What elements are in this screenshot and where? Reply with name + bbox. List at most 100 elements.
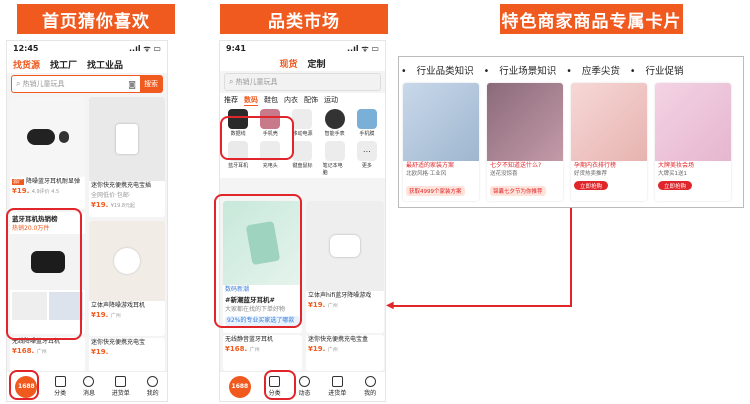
status-time: 12:45 (13, 43, 39, 53)
tab-factory[interactable]: 找工厂 (50, 58, 77, 71)
merchant-card-home[interactable]: 最舒适的家装方案 北欧风格·工业风 获取4999个家装方案 (403, 83, 479, 201)
search-input[interactable]: 热销儿童玩具 (235, 77, 277, 87)
nav-me[interactable]: 我的 (147, 376, 159, 397)
badge: 源厂 (12, 179, 25, 185)
status-bar: 9:41 ..ıl ᯤ ▭ (220, 41, 385, 55)
tab-custom[interactable]: 定制 (308, 57, 326, 70)
product-title: 源厂 降噪蓝牙耳机耐显弹 (12, 178, 80, 185)
product-card[interactable]: 迷你快充便携充电宝盒 ¥19. 广州 (306, 335, 384, 371)
card-title: 大牌美妆会场 (658, 162, 695, 169)
feed-icon (298, 376, 310, 387)
home-1688-button[interactable]: 1688 (228, 375, 251, 398)
nav-me[interactable]: 我的 (364, 376, 376, 397)
card-subtitle: 大牌买1送1 (658, 171, 687, 177)
card-title: 孕期内衣排行榜 (574, 162, 617, 169)
search-input[interactable]: 热销儿童玩具 (22, 79, 64, 89)
nav-category[interactable]: 分类 (54, 376, 66, 397)
highlight-category-nav (264, 370, 296, 400)
nav-message[interactable]: 消息 (83, 376, 95, 397)
tab-spot[interactable]: 现货 (279, 57, 297, 70)
search-icon: ⌕ (16, 79, 21, 88)
tab-accessories[interactable]: 配饰 (304, 95, 318, 105)
product-price: ¥19. ¥19.8元起 (91, 201, 136, 209)
label-scene-knowledge: 行业场景知识 (484, 63, 556, 77)
message-icon (83, 376, 95, 387)
tab-industrial[interactable]: 找工业品 (87, 58, 123, 71)
banner-category-market: 品类市场 (220, 4, 388, 34)
buy-now-button[interactable]: 立即抢购 (574, 181, 608, 190)
category-laptop[interactable]: 笔记本电脑 (323, 141, 347, 176)
category-power-bank[interactable]: 移动电源 (290, 109, 314, 137)
arrow-left-icon: ◀ (386, 300, 394, 311)
product-image (10, 97, 85, 177)
grid-icon (54, 376, 66, 387)
home-decor-image (403, 83, 479, 161)
tab-sports[interactable]: 运动 (324, 95, 338, 105)
product-card[interactable]: 迷你快充便携充电宝插 全网低价·包邮· ¥19. ¥19.8元起 (89, 97, 165, 217)
product-tags: 全网低价·包邮· (91, 192, 131, 199)
highlight-category-icons (220, 116, 294, 160)
nav-cart[interactable]: 进货单 (328, 376, 346, 397)
nav-feed[interactable]: 动态 (298, 376, 310, 397)
product-title: 立体声hifi蓝牙降噪游戏 (308, 292, 372, 299)
merchant-card-gift[interactable]: 七夕不知道送什么? 送花没惊喜 锦囊七夕节为你推荐 (487, 83, 563, 201)
card-title: 七夕不知道送什么? (490, 162, 542, 169)
flower-image (487, 83, 563, 161)
card-pill[interactable]: 获取4999个家装方案 (406, 186, 465, 196)
cosmetic-image (655, 83, 731, 161)
tab-underwear[interactable]: 内衣 (284, 95, 298, 105)
status-icons: ..ıl ᯤ ▭ (129, 43, 161, 53)
product-title: 迷你快充便携充电宝盒 (308, 336, 369, 343)
product-card[interactable]: 无线静音蓝牙耳机 ¥168. 广州 (223, 335, 302, 371)
buy-now-button[interactable]: 立即抢购 (658, 181, 692, 190)
product-image (89, 221, 165, 301)
camera-icon[interactable]: ◙ (128, 80, 136, 89)
product-price: ¥19. (91, 348, 109, 356)
product-card[interactable]: 无线降噪蓝牙耳机 ¥168. 广州 (10, 337, 85, 372)
search-icon: ⌕ (229, 77, 234, 86)
bottom-nav: 1688 分类 动态 进货单 我的 (220, 371, 385, 401)
category-screen-film[interactable]: 手机膜 (355, 109, 379, 137)
label-promotion: 行业促销 (630, 63, 683, 77)
product-price: ¥168. 广州 (12, 347, 47, 355)
card-subtitle: 送花没惊喜 (490, 171, 518, 177)
top-tabs: 现货 定制 (220, 55, 385, 71)
category-keyboard[interactable]: 键盘鼠标 (290, 141, 314, 176)
home-tabs: 找货源 找工厂 找工业品 (7, 55, 167, 73)
tab-recommend[interactable]: 推荐 (224, 95, 238, 105)
connector-line (570, 208, 572, 306)
category-more[interactable]: ⋯ 更多 (355, 141, 379, 176)
merchant-card-panel: 行业品类知识 行业场景知识 应季尖货 行业促销 最舒适的家装方案 北欧风格·工业… (398, 56, 744, 208)
product-card[interactable]: 立体声hifi蓝牙降噪游戏 ¥19. 广州 (306, 201, 384, 333)
product-image (89, 97, 165, 181)
status-icons: ..ıl ᯤ ▭ (347, 43, 379, 53)
highlight-feature-card (214, 194, 302, 328)
product-price: ¥19. 广州 (308, 301, 338, 309)
card-title: 最舒适的家装方案 (406, 162, 455, 169)
search-button[interactable]: 搜索 (140, 76, 162, 92)
status-time: 9:41 (226, 43, 246, 53)
category-watch[interactable]: 智能手表 (323, 109, 347, 137)
product-card[interactable]: 迷你快充便携充电宝 ¥19. (89, 338, 165, 372)
search-bar[interactable]: ⌕ 热销儿童玩具 (224, 73, 381, 91)
banner-home-recommend: 首页猜你喜欢 (17, 4, 175, 34)
card-subtitle: 北欧风格·工业风 (406, 171, 447, 177)
search-bar[interactable]: ⌕ 热销儿童玩具 ◙ 搜索 (11, 75, 163, 93)
merchant-card-promo[interactable]: 大牌美妆会场 大牌买1送1 立即抢购 (655, 83, 731, 201)
nav-cart[interactable]: 进货单 (112, 376, 130, 397)
tab-digital[interactable]: 数码 (244, 95, 258, 106)
tab-bags[interactable]: 鞋包 (264, 95, 278, 105)
category-tabs: 推荐 数码 鞋包 内衣 配饰 运动 (220, 93, 385, 107)
highlight-rank-card (6, 208, 82, 340)
merchant-card-seasonal[interactable]: 孕期内衣排行榜 好货热卖推荐 立即抢购 (571, 83, 647, 201)
banner-merchant-card: 特色商家商品专属卡片 (500, 4, 683, 34)
product-price: ¥168. 广州 (225, 345, 260, 353)
card-subtitle: 好货热卖推荐 (574, 171, 608, 177)
cart-icon (115, 376, 127, 387)
product-title: 迷你快充便携充电宝插 (91, 182, 152, 189)
product-card[interactable]: 源厂 降噪蓝牙耳机耐显弹 ¥19. 4.9评价 4.5 (10, 97, 85, 209)
product-price: ¥19. 4.9评价 4.5 (12, 187, 60, 195)
card-pill[interactable]: 锦囊七夕节为你推荐 (490, 186, 546, 196)
product-card[interactable]: 立体声降噪游戏耳机 ¥19. 广州 (89, 221, 165, 336)
tab-source[interactable]: 找货源 (13, 58, 40, 71)
